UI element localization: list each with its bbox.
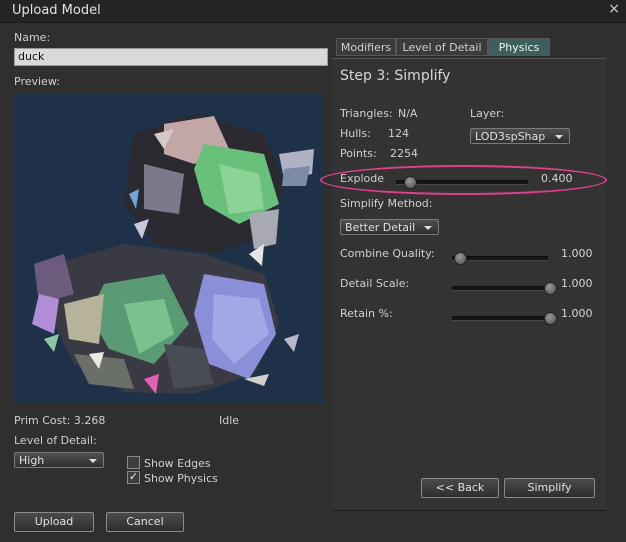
points-label: Points:	[340, 147, 377, 160]
lod-dropdown[interactable]: High	[14, 452, 104, 468]
lod-label: Level of Detail:	[14, 434, 97, 447]
simplify-method-dropdown[interactable]: Better Detail	[340, 219, 439, 235]
close-icon[interactable]: ×	[608, 1, 620, 17]
chevron-down-icon	[555, 135, 563, 139]
chevron-down-icon	[89, 459, 97, 463]
show-physics-checkbox[interactable]: ✓	[127, 471, 140, 484]
tab-level-of-detail[interactable]: Level of Detail	[396, 38, 488, 56]
status-text: Idle	[219, 414, 240, 427]
combine-quality-label: Combine Quality:	[340, 247, 435, 260]
hulls-label: Hulls:	[340, 127, 371, 140]
detail-scale-slider[interactable]	[452, 286, 548, 291]
tab-modifiers[interactable]: Modifiers	[336, 38, 396, 56]
upload-button[interactable]: Upload	[14, 512, 94, 532]
combine-quality-value: 1.000	[561, 247, 593, 260]
window-title: Upload Model	[12, 3, 101, 18]
panel-divider	[332, 510, 606, 511]
name-label: Name:	[14, 31, 51, 44]
layer-dropdown-value: LOD3spShap	[475, 130, 546, 143]
layer-dropdown[interactable]: LOD3spShap	[470, 128, 570, 144]
step-title: Step 3: Simplify	[340, 68, 451, 84]
show-edges-checkbox[interactable]	[127, 456, 140, 469]
explode-label: Explode	[340, 172, 384, 185]
points-value: 2254	[390, 147, 418, 160]
chevron-down-icon	[424, 226, 432, 230]
layer-label: Layer:	[470, 107, 505, 120]
checkmark-icon: ✓	[128, 470, 139, 483]
simplify-method-value: Better Detail	[345, 221, 416, 234]
tab-physics[interactable]: Physics	[488, 38, 550, 56]
cancel-button[interactable]: Cancel	[106, 512, 184, 532]
triangles-value: N/A	[398, 107, 418, 120]
triangles-label: Triangles:	[340, 107, 393, 120]
explode-value: 0.400	[541, 172, 573, 185]
hulls-value: 124	[388, 127, 409, 140]
detail-scale-label: Detail Scale:	[340, 277, 410, 290]
back-button[interactable]: << Back	[421, 478, 499, 498]
retain-slider[interactable]	[452, 316, 548, 321]
retain-value: 1.000	[561, 307, 593, 320]
lod-dropdown-value: High	[19, 454, 45, 467]
name-input[interactable]: duck	[14, 48, 328, 66]
combine-quality-slider-thumb[interactable]	[454, 252, 467, 265]
model-preview[interactable]	[14, 94, 324, 404]
title-bar: Upload Model ×	[0, 0, 626, 23]
retain-label: Retain %:	[340, 307, 393, 320]
show-edges-label: Show Edges	[144, 457, 211, 470]
detail-scale-value: 1.000	[561, 277, 593, 290]
prim-cost-text: Prim Cost: 3.268	[14, 414, 106, 427]
show-physics-label: Show Physics	[144, 472, 218, 485]
detail-scale-slider-thumb[interactable]	[544, 282, 557, 295]
upload-model-window: Upload Model × Name: duck Preview: Prim …	[0, 0, 626, 542]
simplify-button[interactable]: Simplify	[504, 478, 595, 498]
duck-mesh-image	[14, 94, 324, 404]
retain-slider-thumb[interactable]	[544, 312, 557, 325]
preview-label: Preview:	[14, 75, 60, 88]
simplify-method-label: Simplify Method:	[340, 197, 433, 210]
